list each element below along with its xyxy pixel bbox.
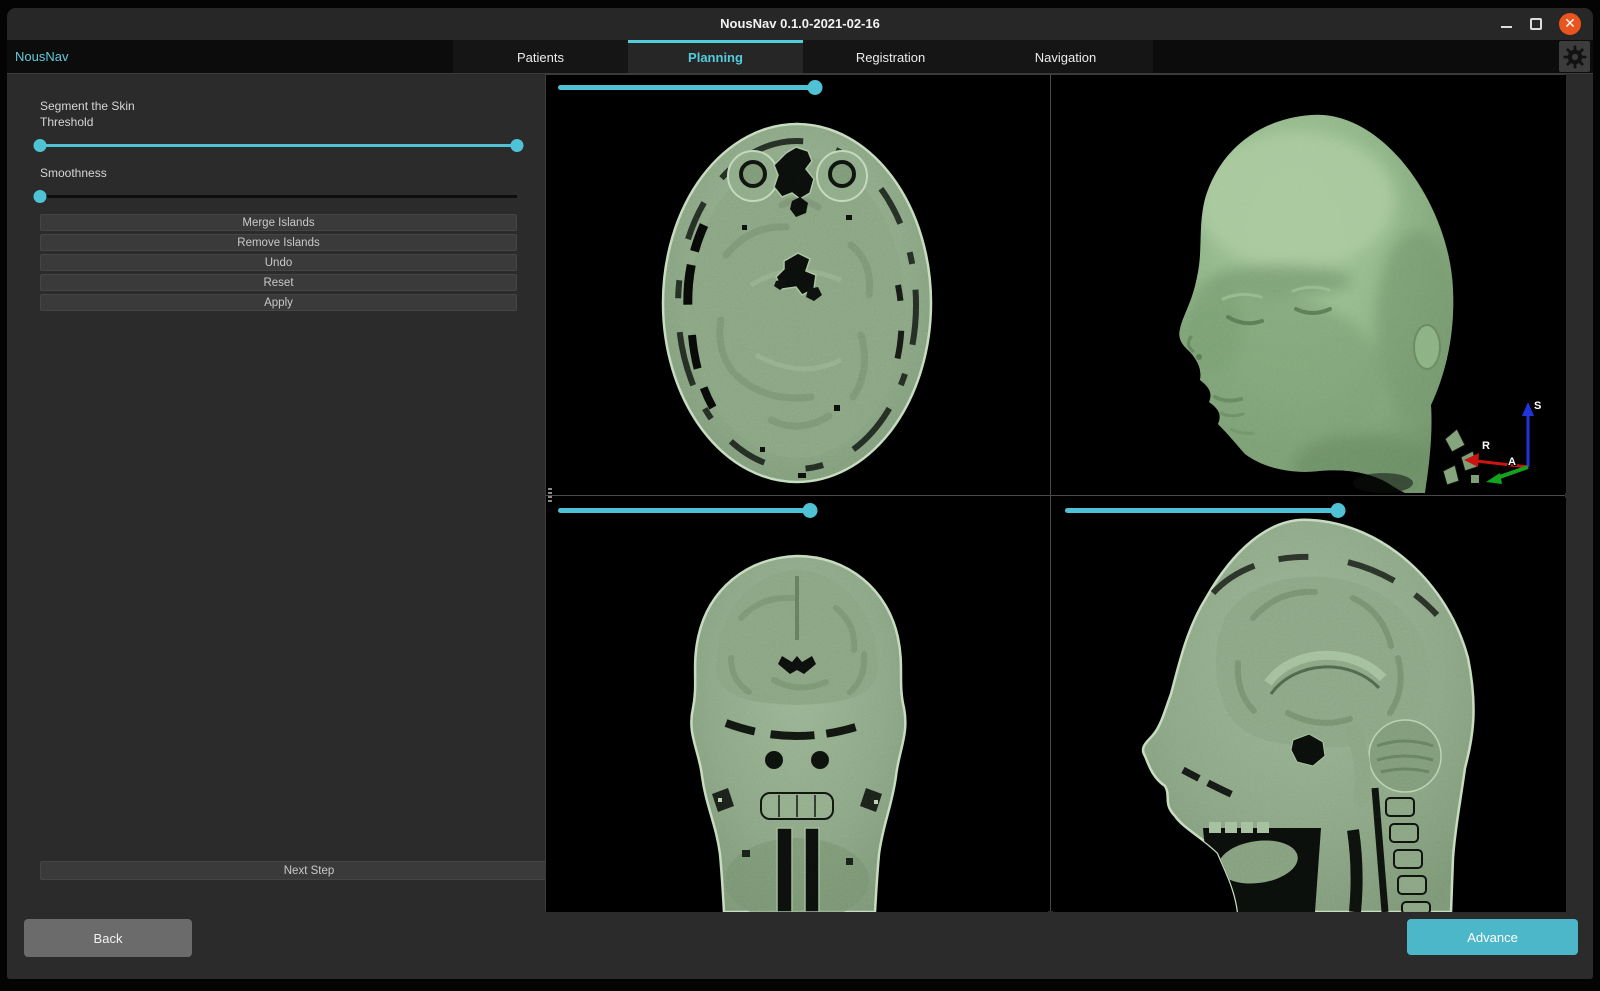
left-panel: Segment the Skin Threshold Smoothness Me… bbox=[7, 74, 545, 911]
main-tab-bar: NousNav Patients Planning Registration N… bbox=[7, 40, 1593, 73]
remove-islands-button[interactable]: Remove Islands bbox=[40, 234, 517, 251]
section-title: Segment the Skin bbox=[40, 98, 517, 114]
viewport-horizontal-divider[interactable] bbox=[546, 495, 1565, 496]
sagittal-slice-slider[interactable] bbox=[1065, 503, 1552, 518]
window-title: NousNav 0.1.0-2021-02-16 bbox=[7, 8, 1593, 40]
app-window: NousNav 0.1.0-2021-02-16 ✕ NousNav Patie… bbox=[7, 8, 1593, 979]
window-controls: ✕ bbox=[1501, 8, 1581, 40]
tab-navigation[interactable]: Navigation bbox=[978, 40, 1153, 73]
orientation-axes: S R A bbox=[1456, 393, 1548, 485]
reset-button[interactable]: Reset bbox=[40, 274, 517, 291]
close-button[interactable]: ✕ bbox=[1559, 13, 1581, 35]
axial-view[interactable] bbox=[546, 75, 1048, 493]
axis-label-r: R bbox=[1482, 440, 1490, 452]
smoothness-label: Smoothness bbox=[40, 165, 517, 181]
viewport-vertical-divider[interactable] bbox=[1050, 75, 1051, 911]
main-content: Segment the Skin Threshold Smoothness Me… bbox=[7, 73, 1593, 979]
desktop-background: NousNav 0.1.0-2021-02-16 ✕ NousNav Patie… bbox=[0, 0, 1600, 991]
threshold-low-handle[interactable] bbox=[34, 139, 47, 152]
threshold-fill bbox=[40, 144, 517, 147]
axial-slice-slider[interactable] bbox=[558, 80, 1034, 95]
smoothness-slider[interactable] bbox=[40, 190, 517, 203]
anterior-axis-arrow bbox=[1486, 473, 1502, 484]
splitter-grip[interactable] bbox=[548, 488, 552, 503]
apply-button[interactable]: Apply bbox=[40, 294, 517, 311]
axial-slider-fill bbox=[558, 85, 815, 90]
back-button[interactable]: Back bbox=[24, 919, 192, 957]
sagittal-view[interactable] bbox=[1053, 498, 1566, 912]
maximize-button[interactable] bbox=[1530, 18, 1542, 30]
smoothness-handle[interactable] bbox=[34, 190, 47, 203]
merge-islands-button[interactable]: Merge Islands bbox=[40, 214, 517, 231]
app-brand: NousNav bbox=[15, 40, 68, 73]
coronal-slice-slider[interactable] bbox=[558, 503, 1034, 518]
next-step-button[interactable]: Next Step bbox=[40, 861, 578, 880]
threshold-high-handle[interactable] bbox=[511, 139, 524, 152]
sagittal-slider-handle[interactable] bbox=[1330, 503, 1345, 518]
segmentation-buttons: Merge Islands Remove Islands Undo Reset … bbox=[40, 214, 517, 311]
sagittal-slice-image[interactable] bbox=[1053, 498, 1566, 912]
advance-button[interactable]: Advance bbox=[1407, 919, 1578, 955]
axial-slider-handle[interactable] bbox=[808, 80, 823, 95]
axial-slice-image[interactable] bbox=[546, 75, 1048, 493]
tab-registration[interactable]: Registration bbox=[803, 40, 978, 73]
coronal-slice-image[interactable] bbox=[546, 498, 1048, 912]
tab-planning[interactable]: Planning bbox=[628, 40, 803, 73]
smoothness-track bbox=[40, 195, 517, 198]
axis-label-a: A bbox=[1508, 456, 1516, 468]
right-axis-arrow bbox=[1464, 453, 1479, 467]
undo-button[interactable]: Undo bbox=[40, 254, 517, 271]
settings-button[interactable] bbox=[1559, 41, 1590, 72]
threshold-label: Threshold bbox=[40, 114, 517, 130]
axis-label-s: S bbox=[1534, 400, 1541, 412]
threshold-range-slider[interactable] bbox=[40, 139, 517, 152]
minimize-button[interactable] bbox=[1501, 18, 1513, 30]
coronal-view[interactable] bbox=[546, 498, 1048, 912]
sagittal-slider-fill bbox=[1065, 508, 1338, 513]
tab-strip: Patients Planning Registration Navigatio… bbox=[453, 40, 1153, 73]
tab-patients[interactable]: Patients bbox=[453, 40, 628, 73]
gear-icon bbox=[1563, 45, 1587, 69]
superior-axis-arrow bbox=[1522, 402, 1534, 416]
coronal-slider-fill bbox=[558, 508, 810, 513]
viewport-grid: S R A bbox=[545, 74, 1565, 911]
titlebar[interactable]: NousNav 0.1.0-2021-02-16 ✕ bbox=[7, 8, 1593, 40]
threed-view[interactable]: S R A bbox=[1053, 75, 1566, 493]
coronal-slider-handle[interactable] bbox=[803, 503, 818, 518]
